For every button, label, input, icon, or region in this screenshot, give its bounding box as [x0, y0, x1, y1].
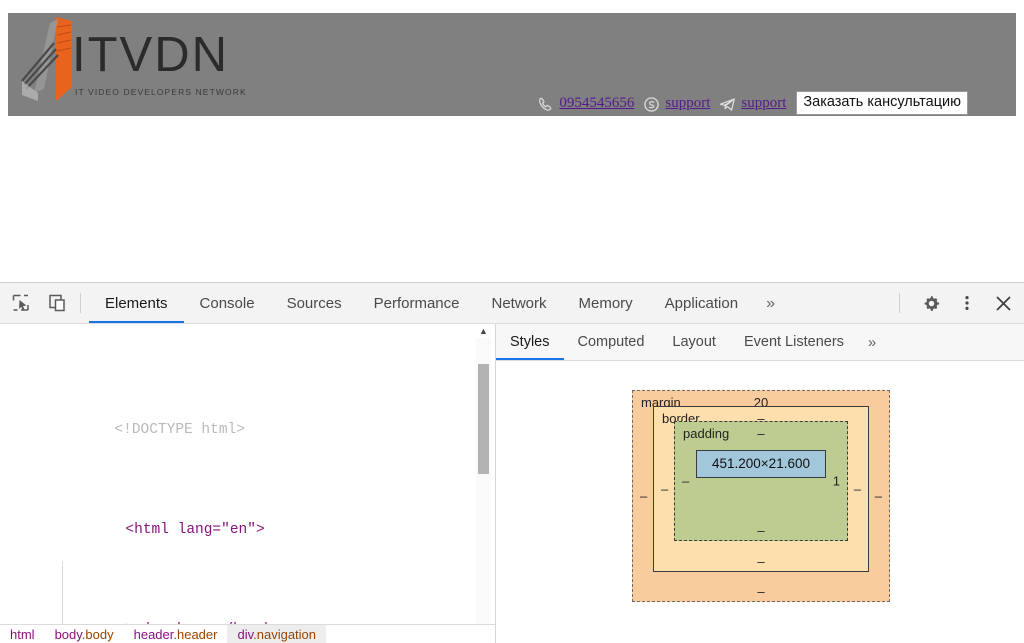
tab-computed[interactable]: Computed [564, 325, 659, 360]
breadcrumb-item-body[interactable]: body.body [45, 625, 124, 643]
border-right-value[interactable]: – [854, 482, 861, 497]
styles-tab-strip: Styles Computed Layout Event Listeners » [496, 324, 1024, 361]
screen: ITVDN IT VIDEO DEVELOPERS NETWORK 095454… [0, 0, 1024, 643]
dom-tree: <!DOCTYPE html> <html lang="en"> ▶<head>… [0, 324, 476, 643]
skype-icon [643, 96, 660, 113]
styles-sidebar: Styles Computed Layout Event Listeners »… [496, 324, 1024, 643]
device-toolbar-icon[interactable] [42, 288, 72, 318]
devtools-body: <!DOCTYPE html> <html lang="en"> ▶<head>… [0, 324, 1024, 643]
breadcrumb-tag: div [237, 627, 254, 642]
box-model-margin[interactable]: margin 20 – – – border – – – – padding –… [632, 390, 890, 602]
breadcrumb: html body.body header.header div.navigat… [0, 624, 495, 643]
kebab-menu-icon[interactable] [952, 288, 982, 318]
box-model-padding[interactable]: padding – – 1 – 451.200×21.600 [674, 421, 848, 541]
devtools-panel: Elements Console Sources Performance Net… [0, 282, 1024, 643]
breadcrumb-class: .navigation [253, 627, 317, 642]
dom-line-text: <html lang="en"> [125, 522, 265, 538]
breadcrumb-item-header[interactable]: header.header [124, 625, 228, 643]
breadcrumb-tag: html [10, 627, 35, 642]
logo-wordmark: ITVDN [72, 28, 229, 82]
tab-console[interactable]: Console [184, 284, 271, 323]
tab-performance[interactable]: Performance [358, 284, 476, 323]
company-logo-block: ITVDN IT VIDEO DEVELOPERS NETWORK [12, 9, 312, 117]
scroll-up-icon[interactable]: ▲ [476, 324, 491, 338]
padding-left-value[interactable]: – [682, 474, 689, 489]
breadcrumb-item-html[interactable]: html [0, 625, 45, 643]
tab-styles[interactable]: Styles [496, 325, 564, 360]
breadcrumb-tag: body [54, 627, 82, 642]
dom-line-html[interactable]: <html lang="en"> [0, 493, 476, 538]
toolbar-divider [80, 293, 81, 313]
margin-bottom-value[interactable]: – [757, 584, 764, 599]
border-left-value[interactable]: – [661, 482, 668, 497]
tab-sources[interactable]: Sources [271, 284, 358, 323]
telegram-link[interactable]: support [741, 95, 786, 112]
logo-tagline: IT VIDEO DEVELOPERS NETWORK [75, 87, 247, 97]
toolbar-right-actions [889, 288, 1024, 318]
box-model-content-size[interactable]: 451.200×21.600 [696, 450, 826, 478]
dom-scrollbar[interactable]: ▲ ▼ [476, 324, 491, 643]
styles-tabs-overflow-icon[interactable]: » [858, 325, 886, 360]
gear-icon[interactable] [916, 288, 946, 318]
tab-elements[interactable]: Elements [89, 284, 184, 323]
margin-right-value[interactable]: – [875, 489, 882, 504]
breadcrumb-class: .header [173, 627, 218, 642]
order-consultation-button[interactable]: Заказать кансультацию [796, 90, 968, 116]
margin-left-value[interactable]: – [640, 489, 647, 504]
box-model-border[interactable]: border – – – – padding – – 1 – 451.200×2… [653, 406, 869, 572]
border-bottom-value[interactable]: – [757, 554, 764, 569]
close-icon[interactable] [988, 288, 1018, 318]
scrollbar-track[interactable] [476, 338, 491, 629]
padding-right-value[interactable]: 1 [833, 474, 840, 489]
devtools-tab-strip: Elements Console Sources Performance Net… [89, 283, 889, 323]
header-navigation: 0954545656 support support Заказать канс… [537, 90, 968, 116]
breadcrumb-tag: header [133, 627, 174, 642]
tab-layout[interactable]: Layout [658, 325, 730, 360]
dom-line-head[interactable]: ▶<head> … </head> [0, 593, 476, 638]
toolbar-divider-right [899, 293, 900, 313]
dom-line-text: <!DOCTYPE html> [114, 422, 245, 438]
box-model-diagram: margin 20 – – – border – – – – padding –… [632, 390, 890, 602]
tab-memory[interactable]: Memory [563, 284, 649, 323]
breadcrumb-item-navigation[interactable]: div.navigation [227, 625, 327, 643]
devtools-toolbar: Elements Console Sources Performance Net… [0, 283, 1024, 324]
dom-line-doctype[interactable]: <!DOCTYPE html> [0, 393, 476, 438]
scrollbar-thumb[interactable] [478, 364, 489, 474]
tab-application[interactable]: Application [649, 284, 754, 323]
inspect-element-icon[interactable] [6, 288, 36, 318]
padding-bottom-value[interactable]: – [757, 523, 764, 538]
telegram-icon [719, 96, 736, 113]
site-header: ITVDN IT VIDEO DEVELOPERS NETWORK 095454… [8, 13, 1016, 116]
page-viewport: ITVDN IT VIDEO DEVELOPERS NETWORK 095454… [0, 0, 1024, 282]
breadcrumb-class: .body [81, 627, 114, 642]
tab-event-listeners[interactable]: Event Listeners [730, 325, 858, 360]
skype-link[interactable]: support [665, 95, 710, 112]
phone-icon [537, 96, 554, 113]
padding-label: padding [683, 426, 730, 441]
phone-link[interactable]: 0954545656 [559, 95, 634, 112]
padding-top-value[interactable]: – [757, 426, 764, 441]
tab-network[interactable]: Network [475, 284, 562, 323]
tabs-overflow-icon[interactable]: » [754, 284, 787, 323]
dom-tree-panel[interactable]: <!DOCTYPE html> <html lang="en"> ▶<head>… [0, 324, 496, 643]
